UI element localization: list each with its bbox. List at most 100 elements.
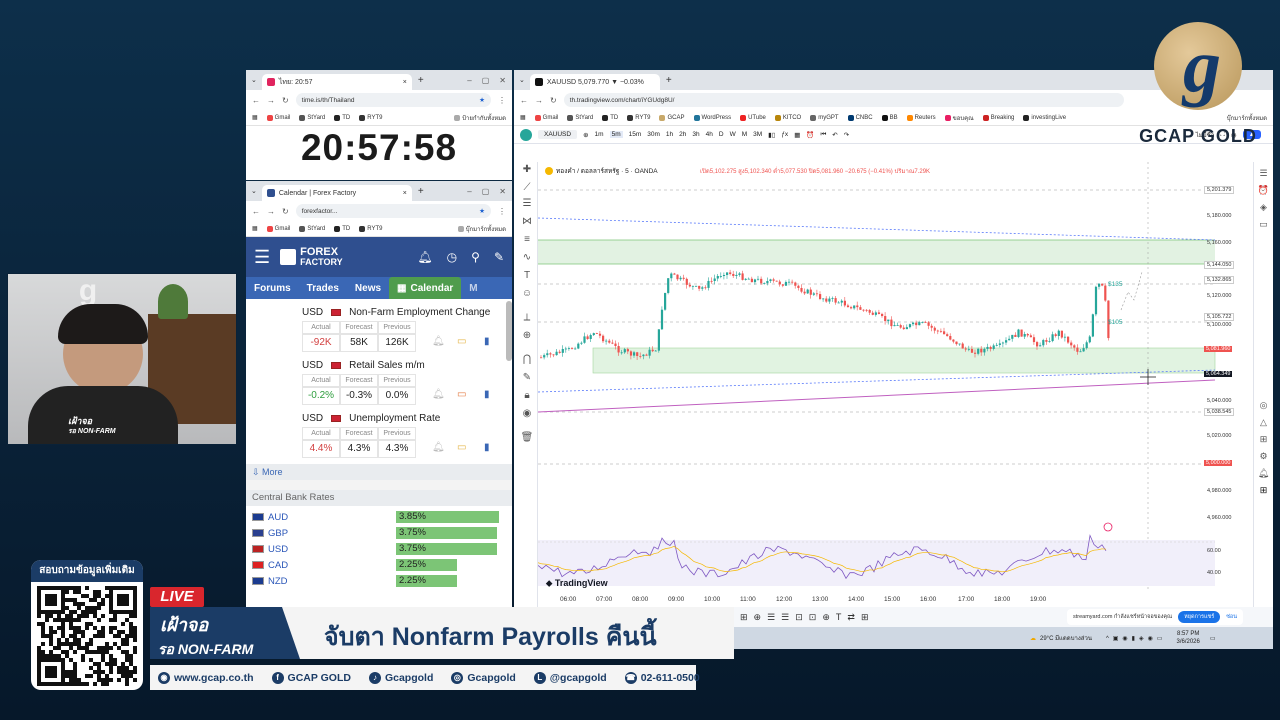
fib-icon[interactable]: ≡ bbox=[520, 234, 534, 245]
bookmark-item[interactable]: CNBC bbox=[847, 114, 873, 121]
system-clock[interactable]: 8:57 PM 3/6/2026 bbox=[1176, 630, 1199, 646]
back-icon[interactable]: ← bbox=[520, 96, 528, 105]
bookmark-styard[interactable]: StYard bbox=[299, 225, 325, 232]
new-tab-icon[interactable]: + bbox=[412, 75, 430, 86]
bookmark-item[interactable]: GCAP bbox=[659, 114, 685, 121]
scrollbar[interactable] bbox=[506, 301, 512, 361]
reload-icon[interactable]: ↻ bbox=[282, 96, 289, 105]
tool-icon[interactable]: ⊡ bbox=[795, 612, 803, 623]
close-window-icon[interactable]: ✕ bbox=[499, 187, 506, 196]
bookmark-item[interactable]: Reuters bbox=[906, 114, 936, 121]
minimize-icon[interactable]: – bbox=[467, 187, 471, 196]
tiktok-link[interactable]: ♪ Gcapgold bbox=[368, 671, 433, 684]
extensions-icon[interactable]: ⋮ bbox=[498, 207, 506, 216]
lock-icon[interactable]: 🔒︎ bbox=[520, 390, 534, 401]
maximize-icon[interactable]: ▢ bbox=[482, 76, 490, 85]
interval-2h[interactable]: 2h bbox=[679, 131, 686, 138]
cb-rate-row[interactable]: GBP 3.75% bbox=[246, 525, 512, 541]
menu-icon[interactable]: ☰ bbox=[254, 247, 270, 268]
settings-icon[interactable]: ⚙ bbox=[1254, 451, 1273, 462]
interval-3m[interactable]: 3M bbox=[753, 131, 762, 138]
event-row[interactable]: USD Unemployment Rate Actual Forecast Previ… bbox=[246, 409, 512, 458]
magnet-icon[interactable]: ⋂ bbox=[520, 354, 534, 365]
upper-trendline[interactable] bbox=[538, 217, 1216, 241]
minimize-icon[interactable]: – bbox=[467, 76, 471, 85]
ff-logo[interactable]: FOREX FACTORY bbox=[280, 247, 343, 267]
bookmark-item[interactable]: KITCO bbox=[774, 114, 801, 121]
alert-bell-icon[interactable]: 🔔︎ bbox=[432, 442, 445, 453]
address-bar[interactable]: forexfactor... ★ bbox=[295, 204, 491, 218]
bookmark-item[interactable]: investingLive bbox=[1023, 114, 1066, 121]
layers-icon[interactable]: ◈ bbox=[1254, 202, 1273, 213]
bookmark-all[interactable]: ป้ายกำกับทั้งหมด bbox=[454, 113, 506, 123]
event-row[interactable]: USD Retail Sales m/m Actual Forecast Previo… bbox=[246, 356, 512, 405]
qr-code[interactable] bbox=[37, 586, 137, 686]
chart-icon[interactable]: ▮ bbox=[484, 389, 490, 400]
forward-icon[interactable]: → bbox=[535, 96, 543, 105]
tray-icons[interactable]: ^▣◉▮◈◉▭ bbox=[1106, 635, 1167, 642]
apps-icon[interactable]: ▦ bbox=[252, 114, 258, 121]
interval-5m[interactable]: 5m bbox=[609, 131, 623, 138]
tab-search-icon[interactable]: ⌄ bbox=[514, 76, 530, 84]
folder-star-icon[interactable]: ▭ bbox=[457, 389, 466, 400]
alert-bell-icon[interactable]: 🔔︎ bbox=[432, 389, 445, 400]
chart-icon[interactable]: ▮ bbox=[484, 336, 490, 347]
crosshair-icon[interactable]: ✚ bbox=[520, 164, 534, 175]
trash-icon[interactable]: 🗑︎ bbox=[520, 432, 534, 443]
close-tab-icon[interactable]: × bbox=[403, 190, 407, 197]
new-tab-icon[interactable]: + bbox=[412, 186, 430, 197]
extensions-icon[interactable]: ⋮ bbox=[498, 96, 506, 105]
interval-1m[interactable]: 1m bbox=[595, 131, 604, 138]
bookmark-star-icon[interactable]: ★ bbox=[479, 96, 485, 104]
facebook-link[interactable]: f GCAP GOLD bbox=[271, 671, 351, 684]
bookmark-item[interactable]: ขอบคุณ bbox=[944, 113, 974, 123]
phone-link[interactable]: ☎ 02-611-0500 bbox=[624, 671, 700, 684]
close-tab-icon[interactable]: × bbox=[403, 79, 407, 86]
line-link[interactable]: L @gcapgold bbox=[533, 671, 607, 684]
cb-rate-row[interactable]: NZD 2.25% bbox=[246, 573, 512, 589]
price-chart[interactable]: ทองคำ / ดอลลาร์สหรัฐ · 5 · OANDA เปิด5,1… bbox=[538, 162, 1273, 607]
interval-d[interactable]: D bbox=[719, 131, 724, 138]
apps-grid-icon[interactable]: ⊞ bbox=[1254, 485, 1273, 496]
watchlist-icon[interactable]: ☰ bbox=[1254, 168, 1273, 179]
tab-forex-factory[interactable]: Calendar | Forex Factory × bbox=[261, 185, 412, 201]
stop-sharing-button[interactable]: หยุดการแชร์ bbox=[1178, 611, 1221, 623]
layout-icon[interactable]: ▦ bbox=[794, 131, 800, 139]
bookmark-td[interactable]: TD bbox=[334, 225, 350, 232]
nav-trades[interactable]: Trades bbox=[299, 277, 347, 299]
bookmark-item[interactable]: TD bbox=[602, 114, 618, 121]
weather-text[interactable]: 29°C มีแดดบางส่วน bbox=[1040, 633, 1092, 643]
tab-search-icon[interactable]: ⌄ bbox=[246, 187, 262, 195]
undo-icon[interactable]: ↶ bbox=[832, 131, 837, 139]
website-link[interactable]: ◉ www.gcap.co.th bbox=[158, 671, 254, 684]
trendline-icon[interactable]: ⟋ bbox=[520, 182, 534, 193]
cb-rate-row[interactable]: AUD 3.85% bbox=[246, 509, 512, 525]
tool-icon[interactable]: ⊕ bbox=[822, 612, 830, 623]
bookmark-item[interactable]: StYard bbox=[567, 114, 593, 121]
interval-15m[interactable]: 15m bbox=[629, 131, 642, 138]
bookmark-gmail[interactable]: Gmail bbox=[266, 114, 290, 121]
close-window-icon[interactable]: ✕ bbox=[499, 76, 506, 85]
interval-m[interactable]: M bbox=[742, 131, 747, 138]
bookmark-item[interactable]: myGPT bbox=[810, 114, 839, 121]
supply-zone[interactable] bbox=[538, 240, 1215, 264]
notification-center-icon[interactable]: ▭ bbox=[1210, 635, 1216, 642]
bookmark-gmail[interactable]: Gmail bbox=[266, 225, 290, 232]
event-row[interactable]: USD Non-Farm Employment Change Actual Fore… bbox=[246, 303, 512, 352]
instagram-link[interactable]: ◎ Gcapgold bbox=[451, 671, 516, 684]
bookmark-star-icon[interactable]: ★ bbox=[479, 207, 485, 215]
triangle-icon[interactable]: △ bbox=[1254, 417, 1273, 428]
replay-icon[interactable]: ⏮ bbox=[820, 131, 826, 139]
tool-icon[interactable]: ⊞ bbox=[740, 612, 748, 623]
forward-icon[interactable]: → bbox=[267, 96, 275, 105]
bookmark-item[interactable]: Breaking bbox=[982, 114, 1014, 121]
purple-trendline[interactable] bbox=[538, 379, 1216, 413]
text-icon[interactable]: T bbox=[520, 270, 534, 281]
nav-news[interactable]: News bbox=[347, 277, 389, 299]
interval-30m[interactable]: 30m bbox=[647, 131, 660, 138]
bookmark-styard[interactable]: StYard bbox=[299, 114, 325, 121]
lock-drawings-icon[interactable]: ✎ bbox=[520, 372, 534, 383]
alert-icon[interactable]: ⏰ bbox=[806, 131, 814, 139]
alert-bell-icon[interactable]: 🔔︎ bbox=[432, 336, 445, 347]
edit-icon[interactable]: ✎ bbox=[494, 250, 504, 264]
